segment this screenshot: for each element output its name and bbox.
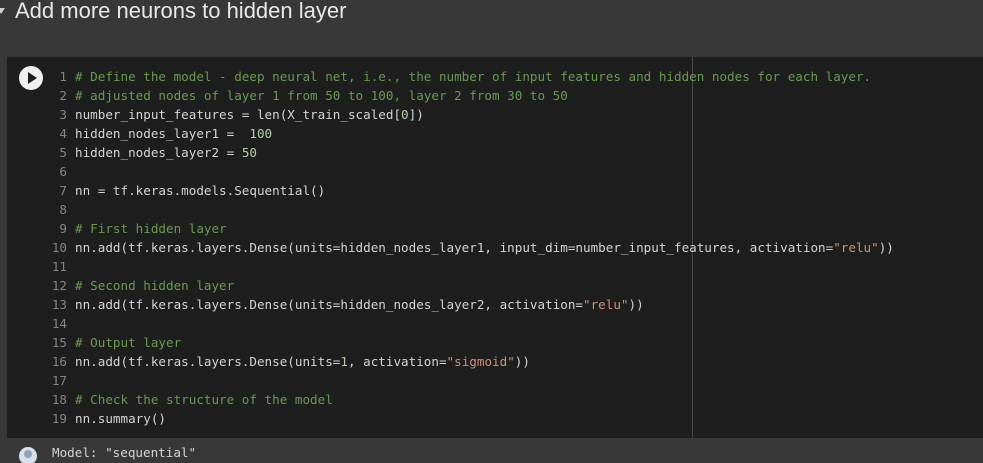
line-number: 4 (59, 126, 67, 141)
code-token: nn.add(tf.keras.layers.Dense(units=hidde… (75, 240, 834, 255)
line-number: 13 (51, 297, 67, 312)
code-token: # Define the model - deep neural net, i.… (75, 69, 872, 84)
line-number: 3 (59, 107, 67, 122)
code-token: # adjusted nodes of layer 1 from 50 to 1… (75, 88, 568, 103)
output-text: Model: "sequential" (52, 445, 197, 460)
code-token: "sigmoid" (446, 354, 515, 369)
code-text: hidden_nodes_layer1 = 100 (75, 126, 272, 141)
code-line[interactable]: 10 nn.add(tf.keras.layers.Dense(units=hid… (7, 238, 983, 257)
code-line[interactable]: 5 hidden_nodes_layer2 = 50 (7, 143, 983, 162)
code-text: nn.summary() (75, 411, 166, 426)
code-token: "relu" (583, 297, 629, 312)
code-token: 1 (340, 354, 348, 369)
code-line[interactable]: 9 # First hidden layer (7, 219, 983, 238)
code-line[interactable]: 6 (7, 162, 983, 181)
code-token: nn.summary() (75, 411, 166, 426)
code-token: "relu" (833, 240, 879, 255)
code-text: number_input_features = len(X_train_scal… (75, 107, 424, 122)
code-line[interactable]: 8 (7, 200, 983, 219)
line-number: 1 (59, 69, 67, 84)
code-editor[interactable]: 1 # Define the model - deep neural net, i… (7, 67, 983, 428)
section-title: Add more neurons to hidden layer (15, 0, 347, 23)
code-line[interactable]: 7 nn = tf.keras.models.Sequential() (7, 181, 983, 200)
code-text: # Output layer (75, 335, 181, 350)
chevron-down-icon[interactable] (0, 8, 5, 14)
code-token: # Output layer (75, 335, 182, 350)
line-number: 5 (59, 145, 67, 160)
output-area: Model: "sequential" (0, 438, 983, 463)
code-text: nn = tf.keras.models.Sequential() (75, 183, 325, 198)
code-token: nn = tf.keras.models.Sequential() (75, 183, 326, 198)
code-line[interactable]: 19 nn.summary() (7, 409, 983, 428)
code-token: hidden_nodes_layer2 = (75, 145, 242, 160)
code-line[interactable]: 11 (7, 257, 983, 276)
code-token: 0 (401, 107, 409, 122)
code-text: nn.add(tf.keras.layers.Dense(units=hidde… (75, 240, 894, 255)
code-token: # Check the structure of the model (75, 392, 333, 407)
code-text: nn.add(tf.keras.layers.Dense(units=1, ac… (75, 354, 530, 369)
line-number: 2 (59, 88, 67, 103)
line-number: 11 (51, 259, 67, 274)
code-token: , activation= (347, 354, 447, 369)
code-cell[interactable]: 1 # Define the model - deep neural net, i… (7, 57, 983, 438)
code-text: # Second hidden layer (75, 278, 234, 293)
code-line[interactable]: 1 # Define the model - deep neural net, i… (7, 67, 983, 86)
line-number: 8 (59, 202, 67, 217)
code-text: # adjusted nodes of layer 1 from 50 to 1… (75, 88, 568, 103)
line-number: 12 (51, 278, 67, 293)
line-number: 18 (51, 392, 67, 407)
code-text: hidden_nodes_layer2 = 50 (75, 145, 257, 160)
code-token: ]) (408, 107, 424, 122)
code-token: nn.add(tf.keras.layers.Dense(units= (75, 354, 341, 369)
line-number: 10 (51, 240, 67, 255)
code-line[interactable]: 18 # Check the structure of the model (7, 390, 983, 409)
code-token: number_input_features = len(X_train_scal… (75, 107, 402, 122)
code-line[interactable]: 17 (7, 371, 983, 390)
user-avatar-icon (19, 447, 37, 463)
code-token: # First hidden layer (75, 221, 227, 236)
code-text: # Define the model - deep neural net, i.… (75, 69, 871, 84)
code-token: nn.add(tf.keras.layers.Dense(units=hidde… (75, 297, 583, 312)
line-number: 6 (59, 164, 67, 179)
line-number: 15 (51, 335, 67, 350)
code-token: )) (878, 240, 894, 255)
code-token: hidden_nodes_layer1 = (75, 126, 250, 141)
line-number: 9 (59, 221, 67, 236)
code-token: )) (628, 297, 644, 312)
line-number: 14 (51, 316, 67, 331)
code-text: nn.add(tf.keras.layers.Dense(units=hidde… (75, 297, 644, 312)
code-line[interactable]: 13 nn.add(tf.keras.layers.Dense(units=hid… (7, 295, 983, 314)
code-line[interactable]: 2 # adjusted nodes of layer 1 from 50 to … (7, 86, 983, 105)
code-token: 50 (241, 145, 257, 160)
code-line[interactable]: 12 # Second hidden layer (7, 276, 983, 295)
code-line[interactable]: 14 (7, 314, 983, 333)
line-number: 16 (51, 354, 67, 369)
code-line[interactable]: 16 nn.add(tf.keras.layers.Dense(units=1, … (7, 352, 983, 371)
code-token: 100 (249, 126, 273, 141)
code-text: # First hidden layer (75, 221, 227, 236)
code-line[interactable]: 3 number_input_features = len(X_train_sca… (7, 105, 983, 124)
line-number: 7 (59, 183, 67, 198)
line-number: 17 (51, 373, 67, 388)
line-number: 19 (51, 411, 67, 426)
code-line[interactable]: 4 hidden_nodes_layer1 = 100 (7, 124, 983, 143)
code-token: # Second hidden layer (75, 278, 235, 293)
notebook-page: Add more neurons to hidden layer 1 # Defi… (0, 0, 983, 463)
code-token: )) (514, 354, 530, 369)
code-text: # Check the structure of the model (75, 392, 333, 407)
code-line[interactable]: 15 # Output layer (7, 333, 983, 352)
